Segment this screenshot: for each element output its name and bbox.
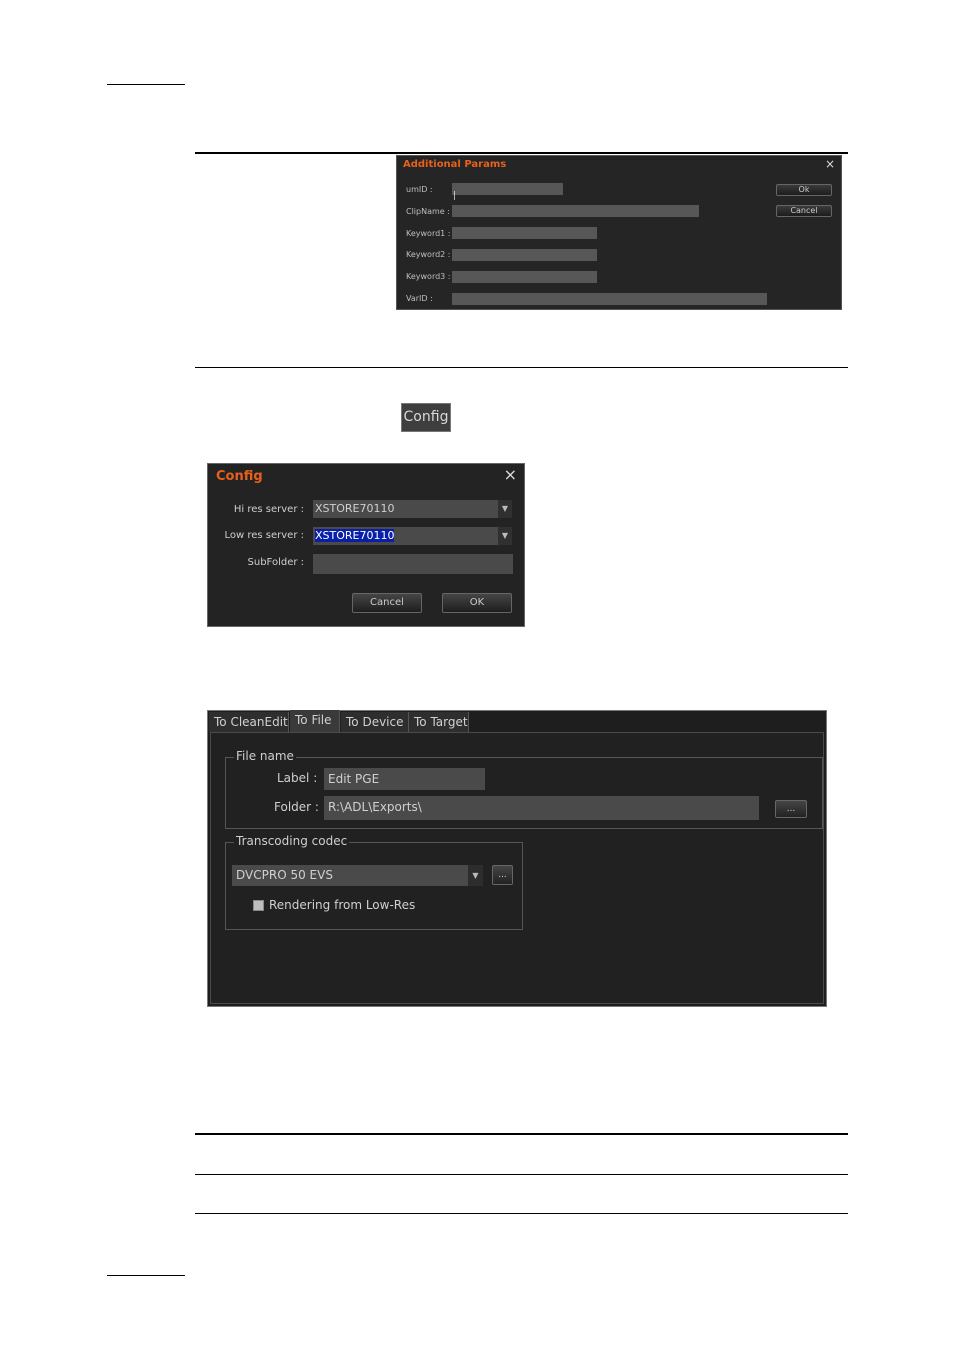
table2-bottom-rule <box>195 1213 848 1214</box>
render-lowres-checkbox[interactable] <box>253 900 264 911</box>
tab-content: File name Label : Edit PGE Folder : R:\A… <box>210 732 824 1004</box>
dialog-title: Additional Params <box>403 159 507 170</box>
label-label: Label : <box>277 771 318 785</box>
dialog-title: Config <box>216 469 263 484</box>
keyword3-field[interactable] <box>452 271 597 283</box>
table-bottom-rule <box>195 367 848 368</box>
table2-top-rule <box>195 1133 848 1135</box>
cancel-button[interactable]: Cancel <box>776 205 832 217</box>
label-field[interactable]: Edit PGE <box>324 768 485 790</box>
cancel-button[interactable]: Cancel <box>352 593 422 613</box>
tab-to-cleanedit[interactable]: To CleanEdit <box>209 712 289 732</box>
table-top-rule <box>195 152 848 154</box>
config-dialog: Config × Hi res server : XSTORE70110 ▼ L… <box>207 463 525 627</box>
file-name-group: File name Label : Edit PGE Folder : R:\A… <box>225 749 823 829</box>
close-icon[interactable]: × <box>504 465 517 484</box>
tab-to-device[interactable]: To Device <box>341 712 409 732</box>
ok-button[interactable]: OK <box>442 593 512 613</box>
render-lowres-label: Rendering from Low-Res <box>269 898 416 912</box>
export-panel: To CleanEdit To File To Device To Target… <box>207 710 827 1007</box>
umid-label: umID : <box>406 185 433 194</box>
subfolder-field[interactable] <box>313 554 513 574</box>
keyword2-field[interactable] <box>452 249 597 261</box>
clipname-label: ClipName : <box>406 207 450 216</box>
header-rule <box>107 84 185 85</box>
codec-select[interactable]: DVCPRO 50 EVS ▼ <box>232 865 483 886</box>
additional-params-dialog: Additional Params × umID : | ClipName : … <box>396 155 842 310</box>
folder-field[interactable]: R:\ADL\Exports\ <box>324 796 759 820</box>
tab-to-file[interactable]: To File <box>290 710 340 732</box>
browse-button[interactable]: ... <box>775 800 807 818</box>
keyword1-label: Keyword1 : <box>406 229 451 238</box>
lowres-server-select[interactable]: XSTORE70110 ▼ <box>313 527 512 545</box>
codec-value: DVCPRO 50 EVS <box>236 868 333 882</box>
keyword3-label: Keyword3 : <box>406 272 451 281</box>
lowres-server-value: XSTORE70110 <box>315 529 395 542</box>
close-icon[interactable]: × <box>825 157 835 171</box>
hires-server-label: Hi res server : <box>233 504 304 515</box>
chevron-down-icon[interactable]: ▼ <box>498 500 512 518</box>
varid-field[interactable] <box>452 293 767 305</box>
hires-server-select[interactable]: XSTORE70110 ▼ <box>313 500 512 518</box>
keyword2-label: Keyword2 : <box>406 250 451 259</box>
footer-rule <box>107 1275 185 1276</box>
folder-label: Folder : <box>274 800 319 814</box>
chevron-down-icon[interactable]: ▼ <box>468 865 483 886</box>
ok-button[interactable]: Ok <box>776 184 832 196</box>
umid-field[interactable]: | <box>452 183 563 201</box>
hires-server-value: XSTORE70110 <box>315 502 395 515</box>
lowres-server-label: Low res server : <box>224 530 304 541</box>
config-button[interactable]: Config <box>401 403 451 432</box>
subfolder-label: SubFolder : <box>247 557 304 568</box>
varid-label: VarID : <box>406 294 433 303</box>
transcoding-codec-group: Transcoding codec DVCPRO 50 EVS ▼ ... Re… <box>225 834 523 930</box>
clipname-field[interactable] <box>452 205 699 217</box>
tab-to-target[interactable]: To Target <box>409 712 469 732</box>
table2-middle-rule <box>195 1174 848 1175</box>
codec-settings-button[interactable]: ... <box>492 865 513 885</box>
chevron-down-icon[interactable]: ▼ <box>498 527 512 545</box>
keyword1-field[interactable] <box>452 227 597 239</box>
group-label: File name <box>234 749 296 763</box>
group-label: Transcoding codec <box>234 834 350 848</box>
